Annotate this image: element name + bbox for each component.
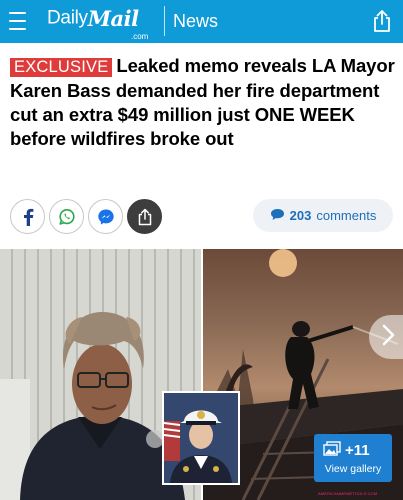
share-icon[interactable] xyxy=(371,9,393,33)
logo-daily: Daily xyxy=(47,7,88,29)
section-title[interactable]: News xyxy=(173,11,218,32)
comments-button[interactable]: 203 comments xyxy=(253,199,393,232)
watermark-text: AMERICANMEMETOOLS.COM xyxy=(318,491,378,496)
whatsapp-icon[interactable] xyxy=(49,199,84,234)
gallery-label: View gallery xyxy=(324,463,382,475)
facebook-icon[interactable] xyxy=(10,199,45,234)
fire-chief-inset-photo[interactable] xyxy=(162,391,240,485)
exclusive-badge: EXCLUSIVE xyxy=(10,58,113,77)
logo-mail: Mail xyxy=(87,6,139,31)
share-buttons xyxy=(10,199,162,234)
article-headline: EXCLUSIVE Leaked memo reveals LA Mayor Ka… xyxy=(10,54,395,151)
view-gallery-button[interactable]: +11 View gallery xyxy=(314,434,392,482)
header-divider xyxy=(164,6,165,36)
comments-count: 203 xyxy=(289,208,312,223)
share-icon[interactable] xyxy=(127,199,162,234)
logo-com: .com xyxy=(131,32,149,41)
menu-icon[interactable] xyxy=(9,12,26,30)
comments-label: comments xyxy=(316,208,377,223)
photo-collage[interactable]: +11 View gallery AMERICANMEMETOOLS.COM xyxy=(0,249,403,500)
messenger-icon[interactable] xyxy=(88,199,123,234)
chevron-right-icon xyxy=(381,324,395,351)
fire-chief-portrait xyxy=(164,393,238,483)
gallery-icon xyxy=(323,441,341,460)
comment-bubble-icon xyxy=(270,208,285,224)
gallery-count: +11 xyxy=(345,442,370,459)
top-bar: DailyMail .com News xyxy=(0,0,403,43)
daily-mail-logo[interactable]: DailyMail .com xyxy=(47,6,148,41)
